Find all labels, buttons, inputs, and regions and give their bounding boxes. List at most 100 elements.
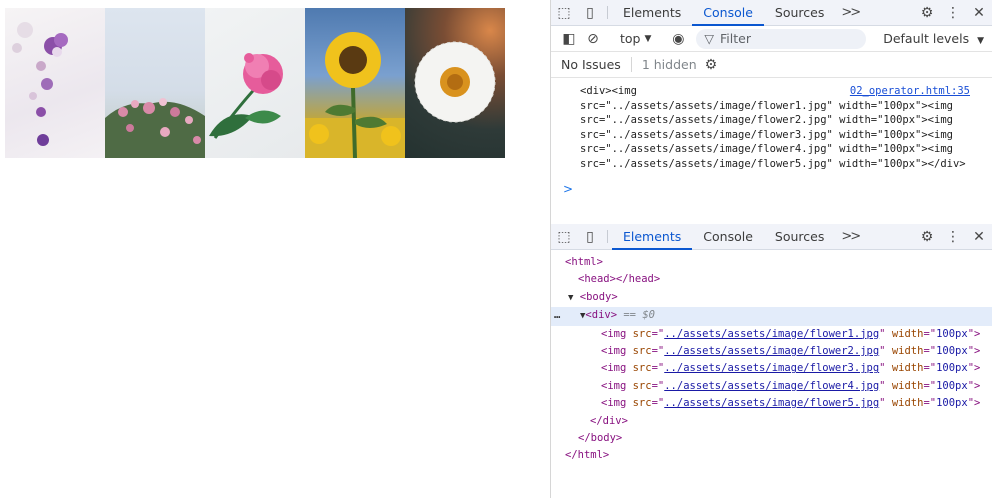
petal (41, 78, 53, 90)
dom-node-img[interactable]: <img src="../assets/assets/image/flower3… (551, 360, 992, 377)
attr-width-value: 100px (936, 397, 968, 410)
log-line: src="../assets/assets/image/flower2.jpg"… (580, 114, 953, 127)
petal (52, 47, 62, 57)
img-src-link[interactable]: ../assets/assets/image/flower1.jpg (664, 328, 879, 340)
img-src-link[interactable]: ../assets/assets/image/flower4.jpg (664, 380, 879, 392)
daisy-center-inner (447, 74, 463, 90)
html-close-tag: </html> (565, 449, 610, 462)
img-src-link[interactable]: ../assets/assets/image/flower3.jpg (664, 362, 879, 374)
petal (36, 61, 46, 71)
body-close-tag: </body> (578, 432, 623, 445)
peony-petal (261, 70, 281, 90)
divider (607, 6, 608, 19)
console-prompt[interactable]: > (551, 172, 992, 196)
head-tag: <head></head> (578, 273, 661, 286)
device-toggle-icon[interactable]: ▯ (577, 224, 603, 249)
tab-elements[interactable]: Elements (612, 0, 692, 25)
attr-width: width (891, 345, 924, 358)
img-src-link[interactable]: ../assets/assets/image/flower5.jpg (664, 397, 879, 409)
page-viewport (0, 0, 550, 498)
stem (351, 87, 357, 158)
context-selector[interactable]: top ▼ (614, 31, 657, 46)
more-tabs-icon[interactable]: >> (835, 0, 865, 25)
dom-node-img[interactable]: <img src="../assets/assets/image/flower2… (551, 343, 992, 360)
live-expression-eye-icon[interactable]: ◉ (666, 29, 690, 49)
attr-src: src (632, 397, 652, 410)
flower-image-1[interactable] (5, 8, 105, 158)
device-toggle-icon[interactable]: ▯ (577, 0, 603, 25)
attr-src: src (632, 345, 652, 358)
console-log-entry: 02_operator.html:35 <div><img src="../as… (551, 78, 992, 172)
dom-tree: <html> <head></head> ▼ <body> … ▼<div> ==… (551, 250, 992, 465)
attr-src: src (632, 327, 652, 340)
flower5-illustration (414, 41, 496, 123)
blossom (193, 136, 201, 144)
kebab-menu-icon[interactable]: ⋮ (940, 229, 966, 245)
chevron-down-icon: ▼ (644, 33, 652, 44)
console-settings-icon[interactable]: ⚙ (705, 57, 718, 73)
settings-icon[interactable]: ⚙ (914, 229, 940, 245)
blossom (143, 102, 155, 114)
close-icon[interactable]: ✕ (966, 229, 992, 245)
devtools-console-pane: ⬚ ▯ Elements Console Sources >> ⚙ ⋮ ✕ ◧ … (550, 0, 992, 216)
log-source-link[interactable]: 02_operator.html:35 (850, 84, 970, 99)
node-actions-icon[interactable]: … (554, 307, 560, 324)
flower-image-2[interactable] (105, 8, 205, 158)
more-tabs-icon[interactable]: >> (835, 224, 865, 249)
attr-width: width (891, 362, 924, 375)
petal (36, 107, 46, 117)
attr-width: width (891, 397, 924, 410)
dom-node-html-close[interactable]: </html> (551, 447, 992, 464)
attr-width-value: 100px (936, 327, 968, 340)
dom-node-img[interactable]: <img src="../assets/assets/image/flower1… (551, 326, 992, 343)
blossom (160, 127, 170, 137)
pane-divider[interactable] (550, 216, 992, 224)
clear-console-icon[interactable]: ⊘ (581, 29, 605, 49)
flower-image-3[interactable] (205, 8, 305, 158)
flower4-illustration (305, 32, 405, 158)
tab-sources[interactable]: Sources (764, 224, 835, 249)
settings-icon[interactable]: ⚙ (914, 5, 940, 21)
dom-node-html[interactable]: <html> (551, 254, 992, 271)
log-line: src="../assets/assets/image/flower1.jpg"… (580, 99, 953, 112)
log-levels-dropdown[interactable]: Default levels ▼ (883, 31, 992, 46)
tab-console[interactable]: Console (692, 0, 764, 26)
flower-image-5[interactable] (405, 8, 505, 158)
flower-image-4[interactable] (305, 8, 405, 158)
dom-node-head[interactable]: <head></head> (551, 271, 992, 288)
attr-width-value: 100px (936, 379, 968, 392)
dom-node-div-close[interactable]: </div> (551, 413, 992, 430)
sunflower-center (339, 46, 367, 74)
tab-console[interactable]: Console (692, 224, 764, 249)
dom-node-body-close[interactable]: </body> (551, 430, 992, 447)
inspect-icon[interactable]: ⬚ (551, 224, 577, 249)
filter-input[interactable]: ▽ Filter (696, 28, 867, 49)
attr-width-value: 100px (936, 345, 968, 358)
attr-src: src (632, 362, 652, 375)
expand-triangle-icon[interactable]: ▼ (568, 293, 573, 303)
attr-width-value: 100px (936, 362, 968, 375)
devtools-tabbar: ⬚ ▯ Elements Console Sources >> ⚙ ⋮ ✕ (551, 0, 992, 26)
devtools-tabbar: ⬚ ▯ Elements Console Sources >> ⚙ ⋮ ✕ (551, 224, 992, 250)
tab-elements[interactable]: Elements (612, 224, 693, 250)
dom-node-div-selected[interactable]: … ▼<div> == $0 (551, 307, 992, 326)
petal (12, 43, 22, 53)
context-label: top (620, 31, 641, 46)
flower2-illustration (105, 98, 205, 158)
no-issues-label[interactable]: No Issues (561, 57, 621, 72)
tab-sources[interactable]: Sources (764, 0, 835, 25)
petal (54, 33, 68, 47)
flower-image-row (5, 8, 505, 158)
img-src-link[interactable]: ../assets/assets/image/flower2.jpg (664, 345, 879, 357)
dom-node-img[interactable]: <img src="../assets/assets/image/flower4… (551, 378, 992, 395)
dom-node-img[interactable]: <img src="../assets/assets/image/flower5… (551, 395, 992, 412)
sidebar-toggle-icon[interactable]: ◧ (557, 29, 581, 49)
selected-node-var: == $0 (623, 309, 655, 322)
close-icon[interactable]: ✕ (966, 5, 992, 21)
dom-node-body[interactable]: ▼ <body> (551, 289, 992, 307)
petal (17, 22, 33, 38)
inspect-icon[interactable]: ⬚ (551, 0, 577, 25)
sunflower-small (381, 126, 401, 146)
kebab-menu-icon[interactable]: ⋮ (940, 5, 966, 21)
flower1-illustration (12, 22, 68, 146)
